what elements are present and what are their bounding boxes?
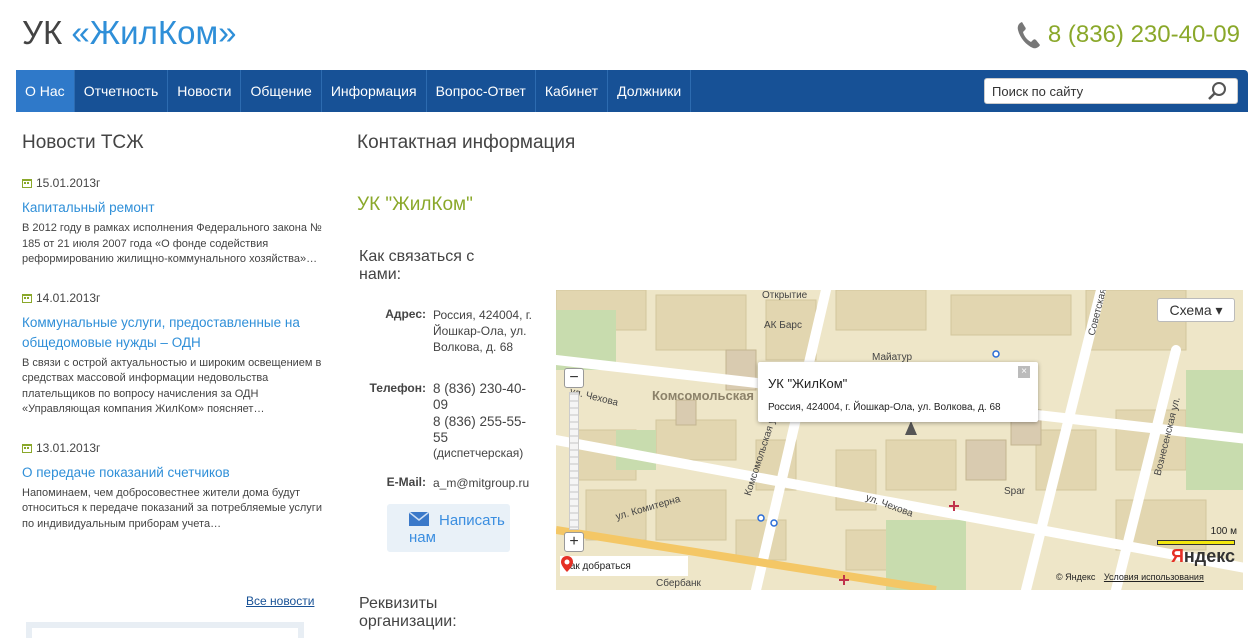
nav-item-faq[interactable]: Вопрос-Ответ <box>427 70 536 112</box>
search-input[interactable] <box>985 80 1205 102</box>
header: УК «ЖилКом» 8 (836) 230-40-09 <box>0 0 1248 70</box>
news-item: 15.01.2013г Капитальный ремонт В 2012 го… <box>22 176 322 268</box>
nav-item-information[interactable]: Информация <box>322 70 427 112</box>
news-excerpt: В 2012 году в рамках исполнения Федераль… <box>22 222 322 265</box>
balloon-address: Россия, 424004, г. Йошкар-Ола, ул. Волко… <box>768 402 1001 413</box>
address-label: Адрес: <box>385 307 426 321</box>
phone-value-2: 8 (836) 255-55-55 <box>433 414 527 445</box>
sidebar-bottom-box <box>26 622 304 638</box>
write-us-label: Написать нам <box>409 512 505 546</box>
main-navigation: О Нас Отчетность Новости Общение Информа… <box>16 70 1248 112</box>
news-item: 13.01.2013г О передаче показаний счетчик… <box>22 441 322 533</box>
map-type-dropdown[interactable]: Схема ▾ <box>1157 298 1235 322</box>
nav-item-about[interactable]: О Нас <box>16 70 75 112</box>
scale-label: 100 м <box>1210 526 1237 537</box>
balloon-title: УК "ЖилКом" <box>768 376 848 391</box>
phone-note: (диспетчерская) <box>433 446 524 460</box>
phone-number[interactable]: 8 (836) 230-40-09 <box>1048 21 1240 49</box>
news-title-link[interactable]: Коммунальные услуги, предоставленные на … <box>22 313 322 353</box>
nav-item-debtors[interactable]: Должники <box>608 70 692 112</box>
map-label: АК Барс <box>764 320 802 331</box>
route-button[interactable]: Как добраться <box>560 556 688 576</box>
yandex-logo[interactable]: Яндекс <box>1171 546 1235 567</box>
site-search <box>984 78 1238 104</box>
map-balloon: УК "ЖилКом" Россия, 424004, г. Йошкар-Ол… <box>758 362 1038 422</box>
terms-link[interactable]: Условия использования <box>1104 572 1204 582</box>
nav-item-cabinet[interactable]: Кабинет <box>536 70 609 112</box>
nav-item-communication[interactable]: Общение <box>241 70 322 112</box>
organization-name: УК "ЖилКом" <box>357 194 473 215</box>
calendar-icon <box>22 179 32 188</box>
logo-prefix: УК <box>22 14 63 51</box>
news-date: 13.01.2013г <box>36 440 101 455</box>
nav-item-reports[interactable]: Отчетность <box>75 70 169 112</box>
news-title-link[interactable]: Капитальный ремонт <box>22 198 322 218</box>
phone-value-1: 8 (836) 230-40-09 <box>433 381 527 412</box>
map-canvas <box>556 290 1243 590</box>
map-pin-icon <box>561 556 573 572</box>
news-title-link[interactable]: О передаче показаний счетчиков <box>22 463 322 483</box>
map-copyright: © Яндекс Условия использования <box>1056 572 1204 582</box>
map-label: Сбербанк <box>656 578 701 589</box>
all-news-link[interactable]: Все новости <box>246 594 314 608</box>
contact-heading: Как связаться с нами: <box>359 248 475 283</box>
address-value: Россия, 424004, г. Йошкар-Ола, ул. Волко… <box>433 308 532 354</box>
calendar-icon <box>22 443 32 453</box>
news-date: 14.01.2013г <box>36 290 101 305</box>
site-logo[interactable]: УК «ЖилКом» <box>22 14 237 52</box>
page-title: Контактная информация <box>357 132 576 153</box>
sidebar-title: Новости ТСЖ <box>22 132 144 153</box>
news-item: 14.01.2013г Коммунальные услуги, предост… <box>22 291 322 418</box>
write-us-button[interactable]: Написать нам <box>387 504 510 552</box>
zoom-in-button[interactable]: + <box>564 532 584 552</box>
news-excerpt: В связи с острой актуальностью и широким… <box>22 356 322 416</box>
zoom-slider[interactable] <box>569 392 579 530</box>
close-icon[interactable]: × <box>1018 366 1030 378</box>
yandex-map[interactable]: Открытие АК Барс Майатур Комсомольская у… <box>556 290 1243 590</box>
news-date: 15.01.2013г <box>36 176 101 190</box>
email-value[interactable]: a_m@mitgroup.ru <box>433 475 543 491</box>
map-label: Spar <box>1004 486 1026 497</box>
route-label: Как добраться <box>564 560 631 572</box>
scale-bar <box>1157 540 1235 545</box>
news-excerpt: Напоминаем, чем добросовестнее жители до… <box>22 486 322 530</box>
requisites-heading: Реквизиты организации: <box>359 595 457 630</box>
nav-item-news[interactable]: Новости <box>168 70 242 112</box>
calendar-icon <box>22 293 32 303</box>
email-label: E-Mail: <box>386 475 426 489</box>
map-label: Открытие <box>762 290 808 301</box>
search-icon[interactable] <box>1205 80 1229 102</box>
phone-icon <box>1017 22 1040 49</box>
logo-brand: «ЖилКом» <box>71 14 237 51</box>
zoom-out-button[interactable]: − <box>564 368 584 388</box>
map-label: Комсомольская <box>652 388 755 403</box>
header-phone: 8 (836) 230-40-09 <box>1016 20 1240 50</box>
phone-label: Телефон: <box>369 381 426 395</box>
news-sidebar: Новости ТСЖ 15.01.2013г Капитальный ремо… <box>22 120 322 555</box>
zoom-control: − + <box>564 368 584 554</box>
